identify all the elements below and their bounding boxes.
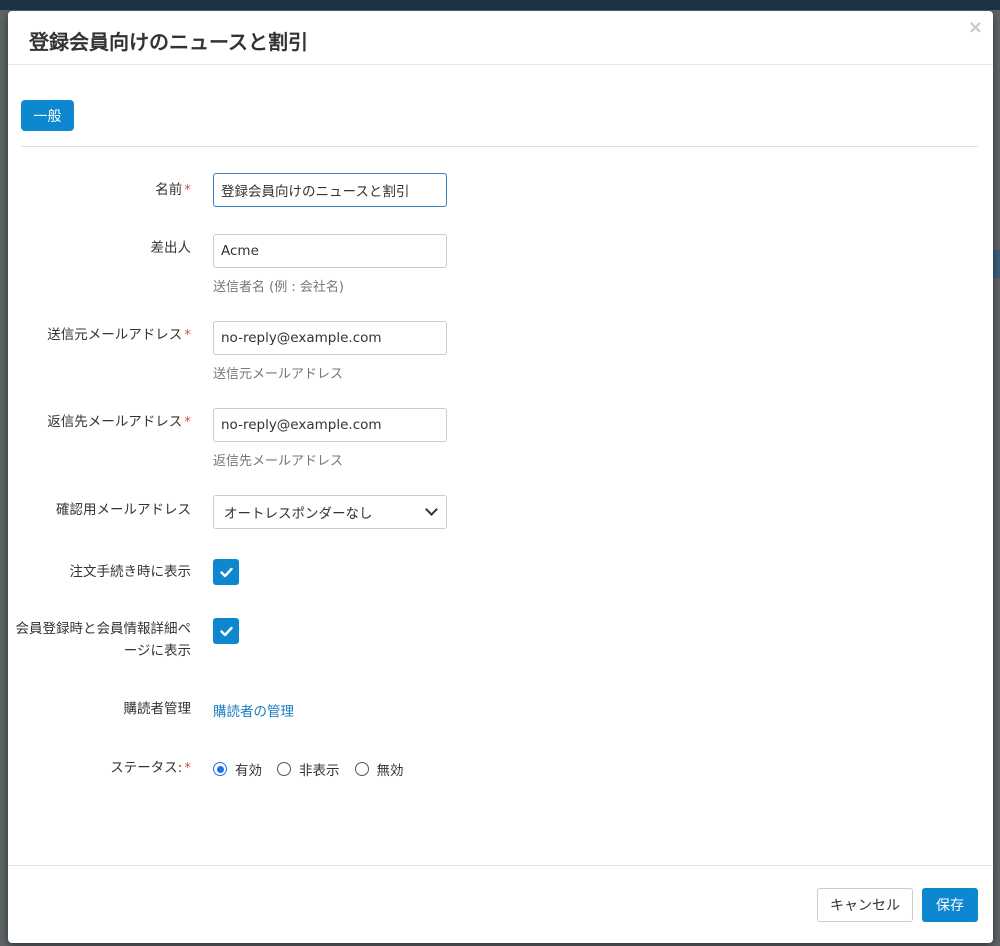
cancel-button[interactable]: キャンセル (817, 888, 913, 922)
from-email-input[interactable] (213, 321, 447, 355)
show-checkout-label: 注文手続き時に表示 (69, 564, 192, 580)
required-mark: * (184, 327, 191, 343)
modal-title: 登録会員向けのニュースと割引 (29, 30, 308, 54)
manage-subscribers-link[interactable]: 購読者の管理 (213, 700, 294, 720)
reply-email-input[interactable] (213, 408, 447, 442)
status-radio-hidden[interactable] (277, 762, 291, 776)
required-mark: * (184, 760, 191, 776)
tab-general[interactable]: 一般 (21, 100, 74, 131)
tab-divider (21, 146, 978, 147)
status-option-label: 無効 (376, 763, 404, 779)
backdrop-topbar (0, 0, 1000, 10)
sender-label: 差出人 (150, 240, 192, 256)
subscribers-label: 購読者管理 (123, 701, 192, 717)
reply-email-label: 返信先メールアドレス * (47, 414, 191, 430)
modal-header: 登録会員向けのニュースと割引 × (8, 11, 993, 65)
sender-help: 送信者名 (例 : 会社名) (213, 280, 344, 295)
from-email-help: 送信元メールアドレス (213, 367, 344, 382)
save-button[interactable]: 保存 (922, 888, 978, 922)
name-input[interactable] (213, 173, 447, 207)
show-profile-label: 会員登録時と会員情報詳細ページに表示 (15, 621, 192, 659)
show-profile-checkbox[interactable] (213, 618, 239, 644)
status-radio-active[interactable] (213, 762, 227, 776)
check-icon (219, 626, 233, 636)
status-radio-group: 有効 非表示 無効 (213, 759, 419, 779)
status-option-disabled[interactable]: 無効 (354, 759, 404, 779)
required-mark: * (184, 414, 191, 430)
from-email-label: 送信元メールアドレス * (47, 327, 191, 343)
backdrop-strip (993, 250, 1000, 278)
status-option-label: 有効 (235, 763, 262, 779)
required-mark: * (184, 182, 191, 198)
status-option-active[interactable]: 有効 (213, 759, 262, 779)
status-radio-disabled[interactable] (354, 762, 369, 776)
status-label: ステータス: * (110, 760, 191, 776)
reply-email-help: 返信先メールアドレス (213, 454, 344, 469)
close-icon[interactable]: × (968, 17, 983, 38)
status-option-hidden[interactable]: 非表示 (277, 759, 340, 779)
status-option-label: 非表示 (299, 763, 340, 779)
chevron-down-icon (425, 503, 438, 516)
name-label: 名前 * (155, 182, 191, 198)
show-checkout-checkbox[interactable] (213, 559, 239, 585)
newsletter-modal: 登録会員向けのニュースと割引 × 一般 名前* 差出人 送信者名 (例 : 会社… (8, 11, 993, 943)
confirm-email-label: 確認用メールアドレス (56, 502, 191, 518)
confirm-email-select[interactable]: オートレスポンダーなし (213, 495, 447, 529)
check-icon (219, 567, 233, 577)
sender-input[interactable] (213, 234, 447, 268)
confirm-email-selected: オートレスポンダーなし (224, 506, 373, 522)
footer-divider (8, 865, 993, 866)
